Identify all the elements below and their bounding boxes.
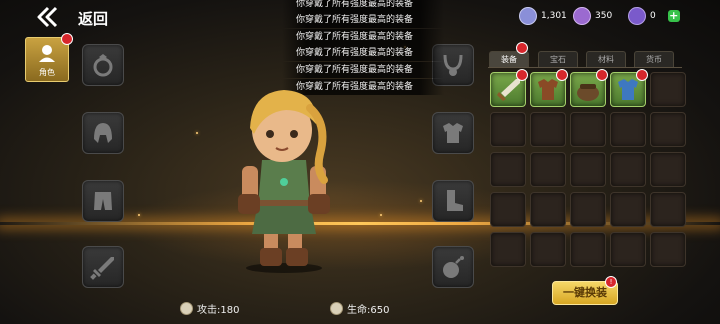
inventory-slot-empty[interactable] bbox=[570, 152, 606, 187]
inventory-slot-empty[interactable] bbox=[650, 152, 686, 187]
pants-slot[interactable] bbox=[82, 180, 124, 222]
back-label[interactable]: 返回 bbox=[78, 8, 108, 29]
token-count: 350 bbox=[595, 11, 613, 21]
add-energy-button[interactable]: + bbox=[667, 10, 680, 22]
resource-token: 350 bbox=[573, 7, 612, 25]
token-icon bbox=[573, 7, 591, 25]
helmet-slot[interactable] bbox=[82, 112, 124, 154]
inventory-slot-empty[interactable] bbox=[490, 192, 526, 227]
notification-badge bbox=[596, 69, 608, 81]
health-value: 生命:650 bbox=[347, 305, 390, 316]
energy-count: 0 bbox=[650, 11, 656, 21]
message-line: 你穿戴了所有强度最高的装备 bbox=[282, 12, 444, 28]
ring-icon bbox=[93, 54, 113, 77]
tab-currency[interactable]: 货币 bbox=[634, 51, 674, 67]
resource-energy: 0 + bbox=[628, 7, 680, 25]
inventory-slot-empty[interactable] bbox=[530, 152, 566, 187]
inventory-tabs: 装备 宝石 材料 货币 bbox=[488, 51, 682, 68]
inventory-slot-empty[interactable] bbox=[650, 232, 686, 267]
notification-badge bbox=[516, 69, 528, 81]
diamond-icon bbox=[519, 7, 537, 25]
tab-role[interactable]: 角色 bbox=[25, 33, 73, 82]
inventory-slot-empty[interactable] bbox=[650, 72, 686, 107]
inventory-slot-empty[interactable] bbox=[570, 112, 606, 147]
sparkle bbox=[196, 132, 198, 134]
sparkle bbox=[420, 200, 422, 202]
character-icon bbox=[39, 45, 55, 62]
attack-stat: 攻击:180 bbox=[180, 301, 239, 316]
inventory-slot-empty[interactable] bbox=[610, 232, 646, 267]
notification-badge bbox=[556, 69, 568, 81]
weapon-slot[interactable] bbox=[82, 246, 124, 288]
inventory-slot-empty[interactable] bbox=[490, 232, 526, 267]
inventory-slot-empty[interactable] bbox=[610, 152, 646, 187]
sword-icon bbox=[180, 302, 193, 315]
inventory-slot-empty[interactable] bbox=[490, 112, 526, 147]
boots-icon bbox=[447, 190, 463, 211]
message-line: 你穿戴了所有强度最高的装备 bbox=[282, 29, 444, 45]
energy-icon bbox=[628, 7, 646, 25]
sparkle bbox=[138, 214, 140, 216]
heart-icon bbox=[330, 302, 343, 315]
armor-slot[interactable] bbox=[432, 112, 474, 154]
resource-diamond: 1,301 bbox=[519, 7, 567, 25]
helmet-icon bbox=[94, 123, 112, 143]
notification-badge bbox=[61, 33, 73, 45]
sword-icon bbox=[90, 257, 114, 280]
ring-slot[interactable] bbox=[82, 44, 124, 86]
inventory-slot-empty[interactable] bbox=[610, 112, 646, 147]
bomb-slot[interactable] bbox=[432, 246, 474, 288]
notification-badge: ! bbox=[605, 276, 617, 288]
message-line: 你穿戴了所有强度最高的装备 bbox=[282, 62, 444, 78]
tab-materials[interactable]: 材料 bbox=[586, 51, 626, 67]
attack-value: 攻击:180 bbox=[197, 305, 240, 316]
inventory-slot-empty[interactable] bbox=[490, 152, 526, 187]
boots-slot[interactable] bbox=[432, 180, 474, 222]
sparkle bbox=[380, 214, 382, 216]
inventory-slot-empty[interactable] bbox=[650, 112, 686, 147]
inventory-slot-empty[interactable] bbox=[570, 192, 606, 227]
tab-role-label: 角色 bbox=[39, 68, 55, 77]
notification-badge bbox=[516, 42, 528, 54]
message-line: 你穿戴了所有强度最高的装备 bbox=[282, 45, 444, 61]
health-stat: 生命:650 bbox=[330, 301, 389, 316]
diamond-count: 1,301 bbox=[541, 11, 567, 21]
message-line: 你穿戴了所有强度最高的装备 bbox=[282, 0, 444, 12]
back-button[interactable] bbox=[36, 6, 60, 28]
inventory-slot-empty[interactable] bbox=[530, 112, 566, 147]
notification-badge bbox=[636, 69, 648, 81]
inventory-slot-empty[interactable] bbox=[570, 232, 606, 267]
bomb-icon bbox=[443, 256, 464, 278]
hero-character bbox=[238, 90, 330, 273]
pants-icon bbox=[94, 192, 112, 210]
back-arrow-icon bbox=[37, 6, 58, 28]
tab-gems[interactable]: 宝石 bbox=[538, 51, 578, 67]
inventory-slot-empty[interactable] bbox=[610, 192, 646, 227]
armor-icon bbox=[443, 123, 463, 143]
inventory-slot-empty[interactable] bbox=[530, 192, 566, 227]
inventory-slot-empty[interactable] bbox=[650, 192, 686, 227]
inventory-slot-empty[interactable] bbox=[530, 232, 566, 267]
